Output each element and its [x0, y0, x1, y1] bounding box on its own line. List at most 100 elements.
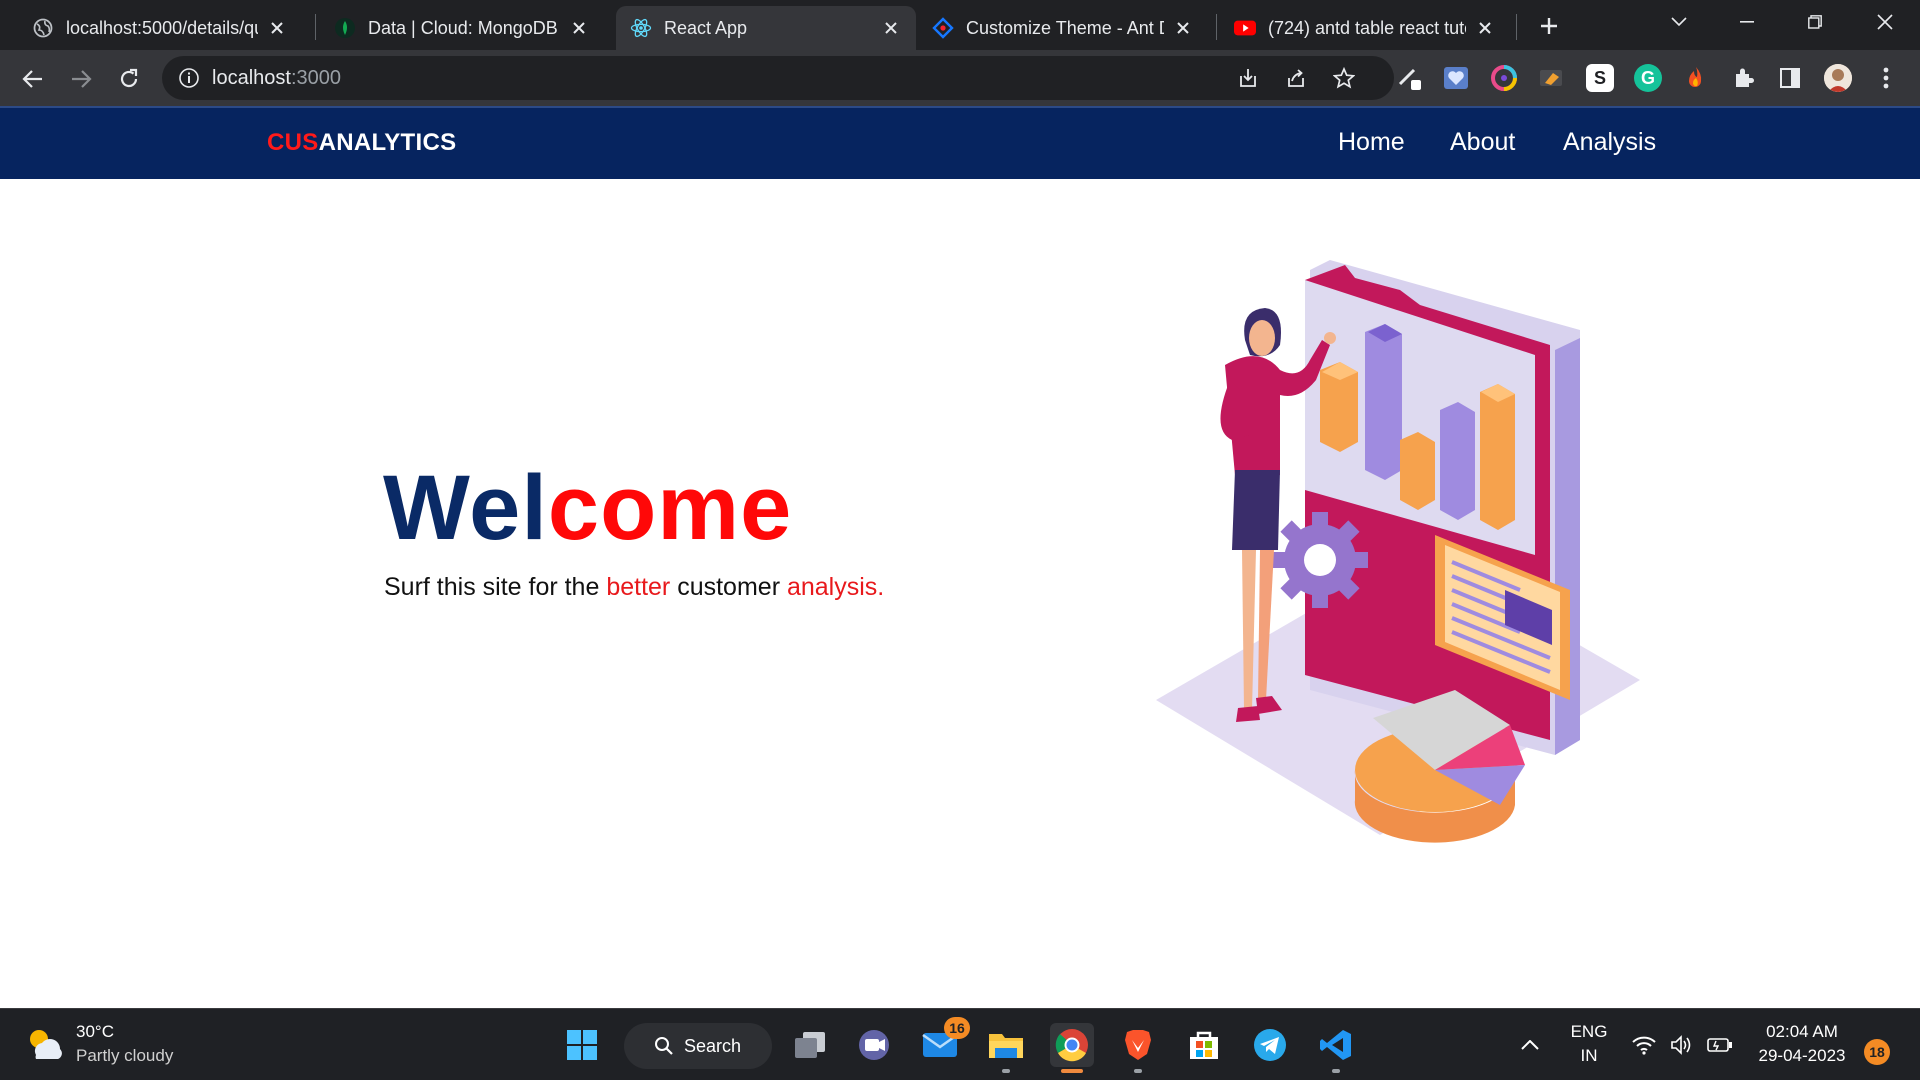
weather-temperature[interactable]: 30°C [76, 1022, 114, 1042]
teams-chat-icon[interactable] [852, 1023, 896, 1067]
windows-taskbar: 30°C Partly cloudy Search 16 ENG IN 02:0… [0, 1008, 1920, 1080]
search-icon [655, 1037, 673, 1055]
taskbar-search[interactable]: Search [624, 1023, 772, 1069]
heart-extension-icon[interactable] [1442, 64, 1470, 92]
color-wheel-extension-icon[interactable] [1490, 64, 1518, 92]
brand-logo[interactable]: CUSANALYTICS [267, 129, 456, 157]
tab-title: (724) antd table react tuto [1268, 17, 1466, 38]
active-indicator [1061, 1069, 1083, 1073]
browser-tab-bar: localhost:5000/details/qu Data | Cloud: … [0, 0, 1920, 50]
tab-title: localhost:5000/details/qu [66, 17, 258, 38]
nav-about-link[interactable]: About [1450, 128, 1515, 157]
chrome-icon[interactable] [1050, 1023, 1094, 1073]
language-indicator-region[interactable]: IN [1566, 1046, 1612, 1066]
nav-home-link[interactable]: Home [1338, 128, 1405, 157]
hero-subtitle-analysis: analysis. [786, 573, 885, 601]
weather-condition[interactable]: Partly cloudy [76, 1046, 173, 1066]
task-view-icon[interactable] [788, 1023, 832, 1067]
tab-title: Customize Theme - Ant D [966, 17, 1164, 38]
partly-cloudy-weather-icon[interactable] [24, 1025, 64, 1063]
url-port: :3000 [290, 67, 341, 89]
close-icon[interactable] [1474, 17, 1496, 39]
telegram-icon[interactable] [1248, 1023, 1292, 1067]
react-icon [630, 17, 652, 39]
welcome-heading-part-2: come [547, 457, 793, 559]
ant-design-icon [932, 17, 954, 39]
hero-subtitle: Surf this site for the better customer a… [384, 573, 884, 602]
share-icon[interactable] [1284, 66, 1308, 90]
address-bar[interactable]: localhost:3000 [162, 56, 1394, 100]
hero-subtitle-part-3: customer [670, 573, 787, 601]
forward-button[interactable] [64, 62, 98, 96]
pen-extension-icon[interactable] [1396, 64, 1424, 92]
tab-title: React App [664, 17, 748, 38]
battery-icon[interactable] [1702, 1023, 1738, 1067]
url-text[interactable]: localhost:3000 [212, 67, 341, 90]
analytics-illustration [1156, 260, 1640, 843]
running-indicator [1002, 1069, 1010, 1073]
app-navbar: CUSANALYTICS Home About Analysis [0, 106, 1920, 179]
welcome-heading: Welcome [383, 462, 792, 554]
tab-separator [1516, 14, 1517, 40]
search-label: Search [684, 1035, 742, 1056]
reload-button[interactable] [112, 62, 146, 96]
tab-title: Data | Cloud: MongoDB C [368, 17, 560, 38]
tab-mongodb[interactable]: Data | Cloud: MongoDB C [320, 6, 604, 50]
new-tab-button[interactable] [1534, 11, 1564, 41]
tab-react-app[interactable]: React App [616, 6, 916, 50]
tab-separator [1216, 14, 1217, 40]
url-host: localhost [212, 67, 291, 89]
vscode-icon[interactable] [1314, 1023, 1358, 1073]
restore-window-button[interactable] [1792, 4, 1838, 40]
mail-badge: 16 [944, 1017, 970, 1039]
clock-time[interactable]: 02:04 AM [1754, 1022, 1850, 1042]
tab-separator [315, 14, 316, 40]
close-icon[interactable] [568, 17, 590, 39]
mail-app-icon[interactable]: 16 [918, 1017, 970, 1067]
browser-toolbar: localhost:3000 S G [0, 50, 1920, 106]
brand-cus: CUS [267, 129, 319, 156]
extensions-puzzle-icon[interactable] [1730, 64, 1758, 92]
s-extension-icon[interactable]: S [1586, 64, 1614, 92]
info-icon[interactable] [178, 67, 200, 89]
fire-extension-icon[interactable] [1682, 64, 1710, 92]
notification-count-badge[interactable]: 18 [1864, 1039, 1890, 1065]
close-icon[interactable] [1172, 17, 1194, 39]
running-indicator [1134, 1069, 1142, 1073]
globe-icon [32, 17, 54, 39]
mongodb-leaf-icon [334, 17, 356, 39]
file-explorer-icon[interactable] [984, 1023, 1028, 1073]
welcome-heading-part-1: Wel [383, 457, 548, 559]
kebab-menu-icon[interactable] [1872, 64, 1900, 92]
microsoft-store-icon[interactable] [1182, 1023, 1226, 1067]
brave-browser-icon[interactable] [1116, 1023, 1160, 1073]
tab-ant-design[interactable]: Customize Theme - Ant D [918, 6, 1208, 50]
wifi-icon[interactable] [1626, 1023, 1662, 1067]
brand-analytics: ANALYTICS [318, 129, 457, 156]
hero-subtitle-part-1: Surf this site for the [384, 573, 607, 601]
running-indicator [1332, 1069, 1340, 1073]
tab-youtube[interactable]: (724) antd table react tuto [1220, 6, 1510, 50]
close-icon[interactable] [880, 17, 902, 39]
grammarly-icon[interactable]: G [1634, 64, 1662, 92]
tag-extension-icon[interactable] [1538, 64, 1566, 92]
minimize-window-button[interactable] [1724, 4, 1770, 40]
back-button[interactable] [16, 62, 50, 96]
hero-subtitle-better: better [606, 573, 671, 601]
volume-icon[interactable] [1664, 1023, 1700, 1067]
youtube-icon [1234, 17, 1256, 39]
bookmark-star-icon[interactable] [1332, 66, 1356, 90]
install-app-icon[interactable] [1236, 66, 1260, 90]
close-window-button[interactable] [1862, 4, 1908, 40]
language-indicator-primary[interactable]: ENG [1566, 1022, 1612, 1042]
clock-date[interactable]: 29-04-2023 [1748, 1046, 1856, 1066]
tab-search-chevron-down-icon[interactable] [1656, 4, 1702, 40]
nav-analysis-link[interactable]: Analysis [1563, 128, 1656, 157]
gear-graphic [1272, 512, 1368, 608]
show-hidden-icons-chevron-up-icon[interactable] [1510, 1023, 1550, 1067]
side-panel-icon[interactable] [1776, 64, 1804, 92]
windows-start-icon[interactable] [560, 1023, 604, 1067]
profile-avatar[interactable] [1824, 64, 1852, 92]
tab-localhost-5000[interactable]: localhost:5000/details/qu [18, 6, 302, 50]
close-icon[interactable] [266, 17, 288, 39]
